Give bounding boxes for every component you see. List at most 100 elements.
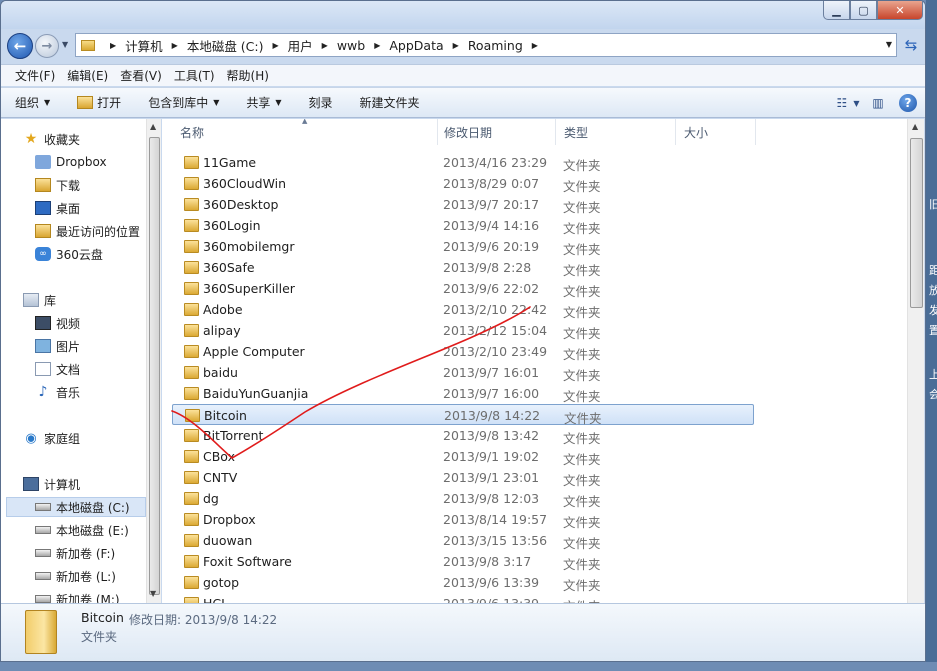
help-button[interactable]: ? xyxy=(897,93,919,113)
preview-pane-button[interactable]: ▥ xyxy=(867,93,889,113)
new-folder-button[interactable]: 新建文件夹 xyxy=(360,94,420,111)
menu-help[interactable]: 帮助(H) xyxy=(221,67,275,84)
file-date: 2013/2/10 23:49 xyxy=(443,344,548,359)
file-row[interactable]: CNTV 2013/9/1 23:01 文件夹 xyxy=(172,467,754,488)
content-scrollbar[interactable]: ▲ xyxy=(907,119,924,603)
maximize-button[interactable]: ▢ xyxy=(850,1,877,20)
content-scroll-thumb[interactable] xyxy=(910,138,923,308)
file-row[interactable]: baidu 2013/9/7 16:01 文件夹 xyxy=(172,362,754,383)
view-options-button[interactable]: ☷ ▼ xyxy=(836,93,860,113)
file-row[interactable]: duowan 2013/3/15 13:56 文件夹 xyxy=(172,530,754,551)
file-row[interactable]: CBox 2013/9/1 19:02 文件夹 xyxy=(172,446,754,467)
refresh-button[interactable]: ⇆ xyxy=(899,33,923,57)
nav-music[interactable]: ♪ 音乐 xyxy=(35,382,80,402)
include-in-library-button[interactable]: 包含到库中 ▼ xyxy=(148,94,219,111)
file-type: 文件夹 xyxy=(563,578,601,593)
nav-drive-e[interactable]: 本地磁盘 (E:) xyxy=(35,520,129,540)
menu-edit[interactable]: 编辑(E) xyxy=(61,67,114,84)
chevron-right-icon[interactable]: ▶ xyxy=(532,41,538,50)
scroll-up-icon[interactable]: ▲ xyxy=(912,122,918,131)
nav-drive-c[interactable]: 本地磁盘 (C:) xyxy=(6,497,146,517)
burn-button[interactable]: 刻录 xyxy=(309,94,333,111)
homegroup-icon: ◉ xyxy=(25,430,37,446)
file-row[interactable]: Adobe 2013/2/10 22:42 文件夹 xyxy=(172,299,754,320)
chevron-right-icon[interactable]: ▶ xyxy=(273,41,279,50)
column-name[interactable]: 名称 xyxy=(172,119,438,145)
minimize-button[interactable]: ▁ xyxy=(823,1,850,20)
file-row[interactable]: Apple Computer 2013/2/10 23:49 文件夹 xyxy=(172,341,754,362)
file-row[interactable]: gotop 2013/9/6 13:39 文件夹 xyxy=(172,572,754,593)
chevron-right-icon[interactable]: ▶ xyxy=(453,41,459,50)
nav-videos[interactable]: 视频 xyxy=(35,313,80,333)
include-label: 包含到库中 xyxy=(148,96,209,110)
scroll-down-icon[interactable]: ▼ xyxy=(150,589,156,598)
nav-libraries[interactable]: 库 xyxy=(23,290,56,310)
address-dropdown[interactable]: ▼ xyxy=(886,40,892,49)
breadcrumb-drive-c[interactable]: 本地磁盘 (C:) xyxy=(187,36,264,55)
organize-button[interactable]: 组织 ▼ xyxy=(15,94,50,111)
file-row[interactable]: 360Safe 2013/9/8 2:28 文件夹 xyxy=(172,257,754,278)
back-button[interactable]: ← xyxy=(7,33,33,59)
file-type: 文件夹 xyxy=(563,431,601,446)
folder-icon xyxy=(184,219,199,232)
share-button[interactable]: 共享 ▼ xyxy=(246,94,281,111)
nav-favorites[interactable]: ★ 收藏夹 xyxy=(23,129,80,149)
menu-tools[interactable]: 工具(T) xyxy=(168,67,221,84)
nav-scrollbar[interactable]: ▲ ▼ xyxy=(146,119,161,603)
breadcrumb-users[interactable]: 用户 xyxy=(288,36,313,55)
file-row[interactable]: BaiduYunGuanjia 2013/9/7 16:00 文件夹 xyxy=(172,383,754,404)
file-row[interactable]: 360CloudWin 2013/8/29 0:07 文件夹 xyxy=(172,173,754,194)
file-row[interactable]: 360SuperKiller 2013/9/6 22:02 文件夹 xyxy=(172,278,754,299)
nav-computer[interactable]: 计算机 xyxy=(23,474,80,494)
folder-icon xyxy=(184,240,199,253)
breadcrumb-wwb[interactable]: wwb xyxy=(337,38,365,53)
breadcrumb-roaming[interactable]: Roaming xyxy=(468,38,523,53)
nav-drive-l[interactable]: 新加卷 (L:) xyxy=(35,566,116,586)
chevron-down-icon: ▼ xyxy=(44,98,51,107)
file-type: 文件夹 xyxy=(563,452,601,467)
menu-file[interactable]: 文件(F) xyxy=(9,67,61,84)
file-row[interactable]: Bitcoin 2013/9/8 14:22 文件夹 xyxy=(172,404,754,426)
file-row[interactable]: 11Game 2013/4/16 23:29 文件夹 xyxy=(172,152,754,173)
file-row[interactable]: 360Login 2013/9/4 14:16 文件夹 xyxy=(172,215,754,236)
breadcrumb-computer[interactable]: 计算机 xyxy=(125,36,163,55)
nav-desktop[interactable]: 桌面 xyxy=(35,198,80,218)
column-size[interactable]: 大小 xyxy=(676,119,756,145)
breadcrumb-appdata[interactable]: AppData xyxy=(389,38,443,53)
nav-drive-m[interactable]: 新加卷 (M:) xyxy=(35,589,120,603)
chevron-right-icon[interactable]: ▶ xyxy=(322,41,328,50)
file-name: 11Game xyxy=(203,155,257,170)
history-dropdown[interactable]: ▼ xyxy=(62,40,68,49)
column-type[interactable]: 类型 xyxy=(556,119,676,145)
nav-downloads[interactable]: 下载 xyxy=(35,175,80,195)
chevron-right-icon[interactable]: ▶ xyxy=(374,41,380,50)
file-row[interactable]: 360Desktop 2013/9/7 20:17 文件夹 xyxy=(172,194,754,215)
close-button[interactable]: ✕ xyxy=(877,1,923,20)
file-row[interactable]: BitTorrent 2013/9/8 13:42 文件夹 xyxy=(172,425,754,446)
chevron-right-icon[interactable]: ▶ xyxy=(172,41,178,50)
nav-drive-f[interactable]: 新加卷 (F:) xyxy=(35,543,115,563)
details-view-icon: ☷ xyxy=(836,96,848,110)
nav-scroll-thumb[interactable] xyxy=(149,137,160,595)
scroll-up-icon[interactable]: ▲ xyxy=(150,122,156,131)
chevron-right-icon[interactable]: ▶ xyxy=(110,41,116,50)
nav-360-cloud[interactable]: ∞ 360云盘 xyxy=(35,244,103,264)
file-row[interactable]: dg 2013/9/8 12:03 文件夹 xyxy=(172,488,754,509)
nav-recent-places[interactable]: 最近访问的位置 xyxy=(35,221,140,241)
menu-view[interactable]: 查看(V) xyxy=(114,67,168,84)
nav-label: 收藏夹 xyxy=(44,132,81,147)
nav-pictures[interactable]: 图片 xyxy=(35,336,80,356)
file-row[interactable]: HCJ 2013/9/6 13:39 文件夹 xyxy=(172,593,754,603)
file-row[interactable]: 360mobilemgr 2013/9/6 20:19 文件夹 xyxy=(172,236,754,257)
nav-homegroup[interactable]: ◉ 家庭组 xyxy=(23,428,80,448)
address-bar[interactable]: ▶ 计算机 ▶ 本地磁盘 (C:) ▶ 用户 ▶ wwb ▶ AppData ▶… xyxy=(75,33,897,57)
file-row[interactable]: Dropbox 2013/8/14 19:57 文件夹 xyxy=(172,509,754,530)
file-row[interactable]: Foxit Software 2013/9/8 3:17 文件夹 xyxy=(172,551,754,572)
file-row[interactable]: alipay 2013/2/12 15:04 文件夹 xyxy=(172,320,754,341)
open-button[interactable]: 打开 xyxy=(77,94,121,111)
picture-icon xyxy=(35,339,51,353)
nav-dropbox[interactable]: Dropbox xyxy=(35,152,107,172)
forward-button[interactable]: → xyxy=(35,34,59,58)
nav-documents[interactable]: 文档 xyxy=(35,359,80,379)
column-date[interactable]: 修改日期 xyxy=(436,119,556,145)
